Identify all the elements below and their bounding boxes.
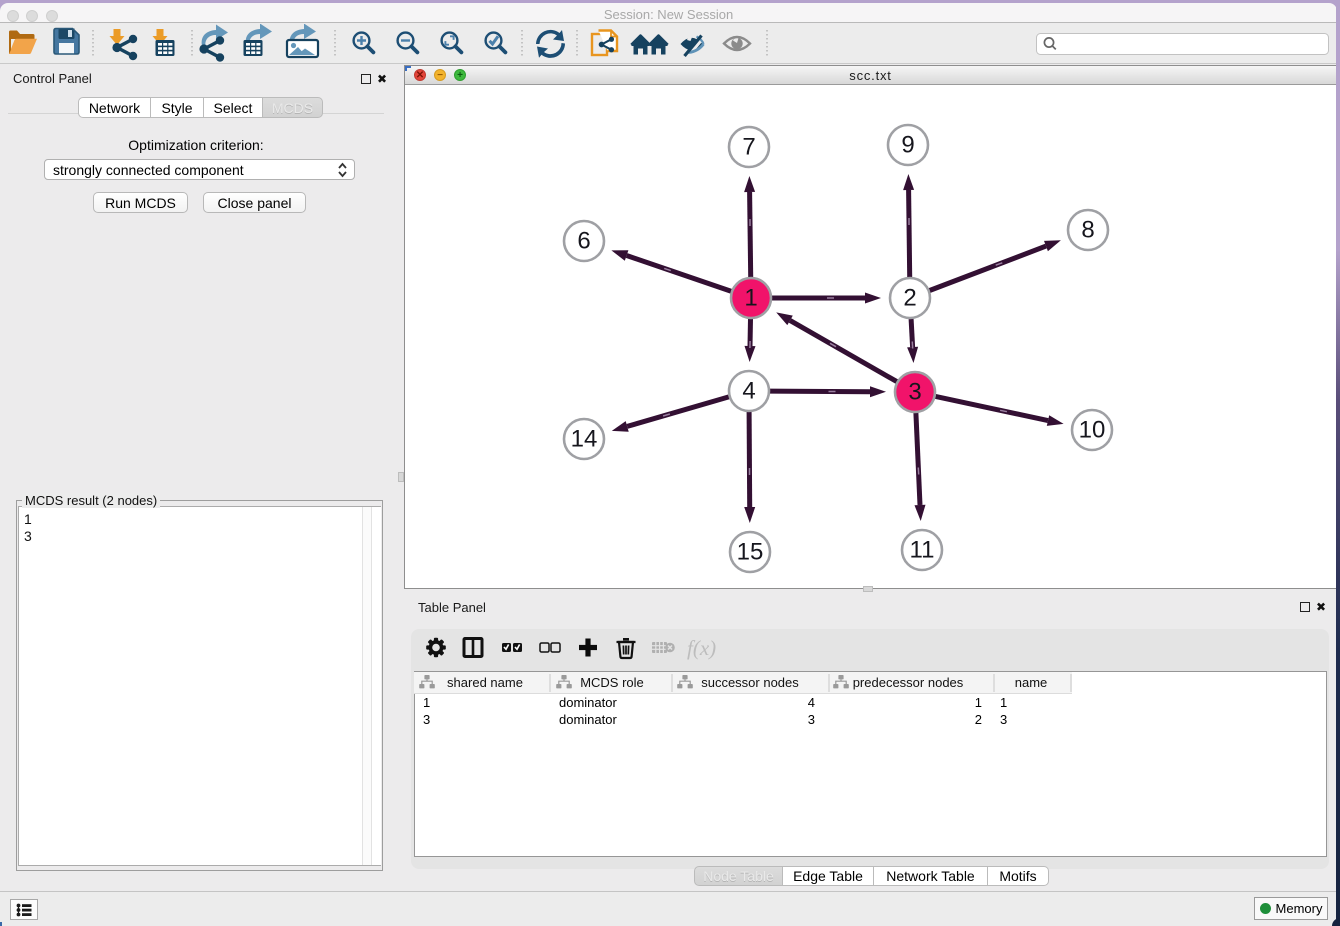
svg-text:f(x): f(x) [687,636,716,660]
svg-text:3: 3 [908,379,921,406]
svg-text:7: 7 [742,134,755,161]
svg-text:1: 1 [744,285,757,312]
svg-text:9: 9 [901,132,914,159]
svg-text:4: 4 [742,378,755,405]
svg-text:6: 6 [577,228,590,255]
svg-text:name: name [1015,675,1048,690]
svg-text:successor nodes: successor nodes [701,675,799,690]
svg-text:shared name: shared name [447,675,523,690]
svg-text:MCDS role: MCDS role [580,675,644,690]
svg-text:10: 10 [1079,417,1106,444]
svg-text:11: 11 [910,537,935,564]
svg-text:predecessor nodes: predecessor nodes [853,675,964,690]
svg-text:2: 2 [903,285,916,312]
svg-text:14: 14 [571,426,598,453]
svg-text:8: 8 [1081,217,1094,244]
svg-text:15: 15 [737,539,764,566]
